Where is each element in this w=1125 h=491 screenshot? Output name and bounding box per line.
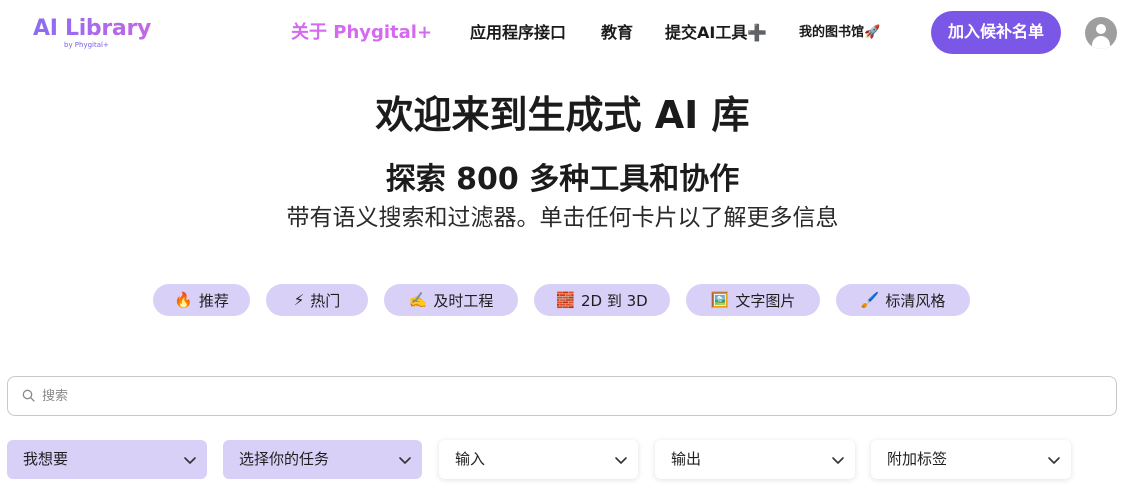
filter-tags-dropdown[interactable]: 附加标签 xyxy=(871,440,1071,479)
chip-prompt-engineering[interactable]: ✍️ 及时工程 xyxy=(384,284,518,316)
chip-label: 文字图片 xyxy=(735,291,796,310)
category-chips: 🔥 推荐 ⚡ 热门 ✍️ 及时工程 🧱 2D 到 3D 🖼️ 文字图片 🖌️ 标… xyxy=(0,284,1125,316)
user-avatar-icon[interactable] xyxy=(1085,17,1117,49)
lightning-icon: ⚡ xyxy=(293,291,305,309)
chevron-down-icon xyxy=(399,457,411,464)
search-input[interactable] xyxy=(42,377,1102,415)
nav-submit-tool-link[interactable]: 提交AI工具➕ xyxy=(665,20,767,46)
plus-icon: ➕ xyxy=(747,23,768,42)
avatar-head xyxy=(1096,24,1106,34)
search-icon xyxy=(22,389,35,402)
filter-label: 选择你的任务 xyxy=(239,450,330,468)
page-subtitle: 探索 800 多种工具和协作 xyxy=(385,162,740,197)
fire-icon: 🔥 xyxy=(174,291,193,309)
writing-hand-icon: ✍️ xyxy=(408,291,428,309)
nav-about-link[interactable]: 关于 Phygital+ xyxy=(291,20,432,46)
page-title: 欢迎来到生成式 AI 库 xyxy=(375,93,750,137)
chip-label: 及时工程 xyxy=(433,291,494,310)
nav-api-link[interactable]: 应用程序接口 xyxy=(470,20,566,46)
filter-input-dropdown[interactable]: 输入 xyxy=(439,440,638,479)
filter-label: 我想要 xyxy=(23,450,69,468)
nav-my-library-label: 我的图书馆 xyxy=(799,25,865,40)
chevron-down-icon xyxy=(615,457,627,464)
chip-label: 标清风格 xyxy=(885,291,946,310)
chip-trending[interactable]: ⚡ 热门 xyxy=(266,284,368,316)
page-description: 带有语义搜索和过滤器。单击任何卡片以了解更多信息 xyxy=(286,205,839,231)
chip-2d-to-3d[interactable]: 🧱 2D 到 3D xyxy=(534,284,670,316)
chip-hd-style[interactable]: 🖌️ 标清风格 xyxy=(836,284,970,316)
chevron-down-icon xyxy=(832,457,844,464)
framed-picture-icon: 🖼️ xyxy=(710,291,730,309)
nav-submit-label: 提交AI工具 xyxy=(665,23,748,42)
nav-education-link[interactable]: 教育 xyxy=(601,20,633,46)
avatar-body xyxy=(1092,36,1110,49)
chip-recommended[interactable]: 🔥 推荐 xyxy=(153,284,250,316)
filter-label: 附加标签 xyxy=(887,450,948,468)
filter-output-dropdown[interactable]: 输出 xyxy=(655,440,855,479)
filter-task-dropdown[interactable]: 选择你的任务 xyxy=(223,440,422,479)
filter-label: 输出 xyxy=(671,450,702,468)
chip-label: 2D 到 3D xyxy=(580,291,648,310)
rocket-icon: 🚀 xyxy=(864,25,881,40)
search-bar[interactable] xyxy=(7,376,1117,416)
chip-label: 热门 xyxy=(310,291,341,310)
chip-label: 推荐 xyxy=(198,291,229,310)
filter-i-want-dropdown[interactable]: 我想要 xyxy=(7,440,207,479)
brick-icon: 🧱 xyxy=(556,291,575,309)
chevron-down-icon xyxy=(1048,457,1060,464)
filter-label: 输入 xyxy=(455,450,486,468)
chip-text-to-image[interactable]: 🖼️ 文字图片 xyxy=(686,284,820,316)
chevron-down-icon xyxy=(184,457,196,464)
join-waitlist-button[interactable]: 加入候补名单 xyxy=(931,11,1061,54)
paintbrush-icon: 🖌️ xyxy=(860,291,880,309)
nav-my-library-link[interactable]: 我的图书馆🚀 xyxy=(799,20,880,46)
